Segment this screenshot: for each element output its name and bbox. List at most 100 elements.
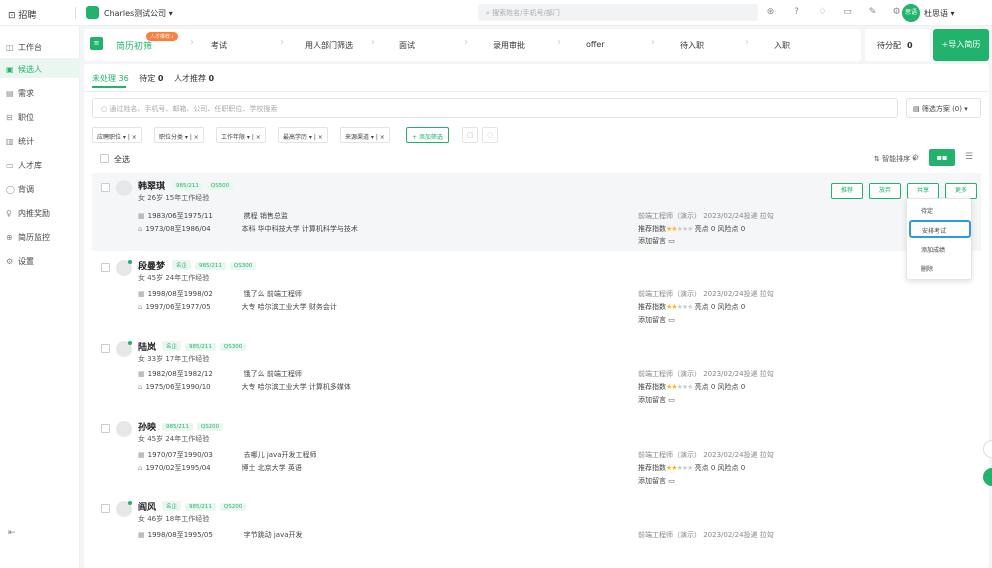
more-button[interactable]: 更多 — [945, 183, 977, 199]
user-name: 杜思语 — [924, 9, 948, 18]
user-menu[interactable]: 杜思语 ▾ — [924, 8, 955, 19]
checkbox[interactable] — [101, 263, 110, 272]
highlights: 亮点 0 — [694, 303, 716, 311]
inbox-icon[interactable]: ▭ — [842, 7, 853, 18]
add-filter-button[interactable]: + 添加筛选 — [406, 127, 449, 143]
edit-icon[interactable]: ✎ — [867, 7, 878, 18]
checkbox[interactable] — [101, 344, 110, 353]
tab-on-hold[interactable]: 待定 0 — [139, 73, 163, 84]
card-view-toggle[interactable]: ▪▪ — [929, 149, 955, 166]
company-switcher[interactable]: Charles测试公司 ▾ — [104, 8, 173, 19]
trash-icon[interactable]: ◌ — [482, 127, 498, 143]
candidate-name[interactable]: 段曼梦 — [138, 259, 165, 272]
gear-icon: ⚙ — [6, 257, 14, 266]
stage-resume-screen[interactable]: 简历初筛 — [116, 39, 152, 52]
sort-select[interactable]: ⇅ 智能排序 ▾ — [874, 154, 916, 164]
edu-row: ⌂ 1970/02至1995/04 博士 北京大学 英语 — [138, 463, 302, 473]
candidate-name[interactable]: 陆岚 — [138, 340, 156, 353]
stage-dept-screen[interactable]: 用人部门筛选 — [305, 40, 353, 51]
status-tabs: 未处理 36 待定 0 人才推荐 0 — [92, 73, 222, 84]
bell-icon[interactable]: ♢ — [817, 7, 828, 18]
checkbox[interactable] — [101, 183, 110, 192]
filter-source-channel[interactable]: 来源渠道 ▾ | × — [340, 127, 390, 143]
gear-icon[interactable]: ⚙ — [891, 7, 902, 18]
list-view-toggle[interactable]: ☰ — [957, 149, 981, 166]
candidate-card[interactable]: 段曼梦 名企 985/211 QS300 女 45岁 24年工作经验 ▦ 1998/0… — [92, 253, 981, 331]
global-search-input[interactable]: ⌕ 搜索姓名/手机号/部门 — [478, 4, 758, 21]
score-row: 推荐指数★★★★★ 亮点 0 风险点 0 — [638, 302, 745, 312]
filter-work-years[interactable]: 工作年限 ▾ | × — [216, 127, 266, 143]
sidebar-item-label: 统计 — [18, 137, 34, 146]
stage-onboarded[interactable]: 入职 — [774, 40, 790, 51]
tab-talent-recommend[interactable]: 人才推荐 0 — [174, 73, 214, 84]
candidate-card[interactable]: 韩翠琪 985/211 QS500 女 26岁 15年工作经验 ▦ 1983/06至… — [92, 173, 981, 251]
chevron-down-icon: ▾ — [950, 9, 955, 18]
sidebar-item-talent-pool[interactable]: ▭ 人才库 — [0, 154, 80, 174]
import-resume-button[interactable]: +导入简历 — [933, 29, 989, 61]
candidate-meta: 女 45岁 24年工作经验 — [138, 435, 210, 443]
sidebar-item-candidates[interactable]: ▣ 候选人 — [0, 58, 80, 78]
checkbox[interactable] — [101, 424, 110, 433]
menu-item-on-hold[interactable]: 待定 — [907, 201, 973, 219]
stage-exam[interactable]: 考试 — [211, 40, 227, 51]
sidebar-item-positions[interactable]: ⊟ 职位 — [0, 106, 80, 126]
candidate-name[interactable]: 孙映 — [138, 420, 156, 433]
add-comment[interactable]: 添加留言 ▭ — [638, 236, 675, 246]
sidebar-item-resume-monitor[interactable]: ⊕ 简历监控 — [0, 226, 80, 246]
stage-pending-onboard[interactable]: 待入职 — [680, 40, 704, 51]
sidebar-item-referral-reward[interactable]: ♀ 内推奖励 — [0, 202, 80, 222]
reject-button[interactable]: 放弃 — [869, 183, 901, 199]
checkbox[interactable] — [101, 504, 110, 513]
apply-info: 前端工程师（演示） 2023/02/24投递 拉勾 — [638, 212, 774, 220]
workbench-icon: ◫ — [6, 43, 14, 52]
comment-icon: ▭ — [668, 477, 675, 485]
help-icon[interactable]: ? — [791, 7, 802, 18]
filter-education[interactable]: 最高学历 ▾ | × — [278, 127, 328, 143]
building-icon: ▦ — [138, 531, 145, 539]
sidebar-item-requirements[interactable]: ▤ 需求 — [0, 82, 80, 102]
gear-icon[interactable]: ⚙ — [912, 153, 919, 162]
filter-plan-select[interactable]: ▤ 筛选方案 (0) ▾ — [906, 98, 981, 118]
save-filter-icon[interactable]: ▢ — [462, 127, 478, 143]
chevron-down-icon: ▾ — [964, 105, 968, 113]
sidebar-item-workbench[interactable]: ◫ 工作台 — [0, 36, 80, 56]
candidate-card[interactable]: 孙映 985/211 QS200 女 45岁 24年工作经验 ▦ 1970/07至1… — [92, 414, 981, 492]
add-comment[interactable]: 添加留言 ▭ — [638, 395, 675, 405]
candidate-card[interactable]: 陆岚 名企 985/211 QS300 女 33岁 17年工作经验 ▦ 1982/08… — [92, 334, 981, 412]
menu-item-delete[interactable]: 删除 — [907, 259, 973, 277]
scan-icon[interactable]: ⊛ — [765, 7, 776, 18]
new-indicator — [128, 260, 132, 264]
filter-position-category[interactable]: 职位分类 ▾ | × — [154, 127, 204, 143]
candidate-search-input[interactable]: ○ 通过姓名、手机号、邮箱、公司、任职职位、学校搜索 — [92, 98, 898, 118]
filter-applied-position[interactable]: 应聘职位 ▾ | × — [92, 127, 142, 143]
stage-offer[interactable]: offer — [586, 40, 605, 49]
risks: 风险点 0 — [717, 383, 746, 391]
candidates-icon: ▣ — [6, 65, 14, 74]
recommend-button[interactable]: 推荐 — [831, 183, 863, 199]
candidate-tags: 985/211 QS500 — [172, 180, 237, 190]
share-button[interactable]: 共享 — [907, 183, 939, 199]
candidate-name[interactable]: 韩翠琪 — [138, 179, 165, 192]
avatar[interactable]: 思语 — [902, 4, 920, 22]
sidebar-item-settings[interactable]: ⚙ 设置 — [0, 250, 80, 270]
stage-hire-approval[interactable]: 录用审批 — [493, 40, 525, 51]
filter-label: 职位分类 — [159, 134, 184, 141]
add-comment[interactable]: 添加留言 ▭ — [638, 315, 675, 325]
tag: 985/211 — [195, 262, 226, 270]
tab-unprocessed[interactable]: 未处理 36 — [92, 73, 129, 84]
checkbox[interactable] — [100, 154, 109, 163]
menu-item-schedule-exam[interactable]: 安排考试 — [909, 220, 971, 238]
sidebar-item-background-check[interactable]: ◯ 背调 — [0, 178, 80, 198]
unassigned-counter[interactable]: 待分配 0 — [865, 29, 930, 61]
select-all-checkbox[interactable]: 全选 — [100, 154, 130, 165]
sidebar-item-stats[interactable]: ▥ 统计 — [0, 130, 80, 150]
sidebar-item-label: 设置 — [18, 257, 34, 266]
add-comment[interactable]: 添加留言 ▭ — [638, 476, 675, 486]
candidate-name[interactable]: 阎风 — [138, 500, 156, 513]
edu-detail: 博士 北京大学 英语 — [241, 464, 302, 472]
collapse-sidebar-icon[interactable]: ⇤ — [8, 528, 16, 538]
candidate-card[interactable]: 阎风 名企 985/211 QS200 女 46岁 18年工作经验 ▦ 1998/08… — [92, 494, 981, 568]
app-logo[interactable]: ⊡ 招聘 — [8, 8, 36, 21]
stage-interview[interactable]: 面试 — [399, 40, 415, 51]
menu-item-add-score[interactable]: 添加成绩 — [907, 240, 973, 258]
